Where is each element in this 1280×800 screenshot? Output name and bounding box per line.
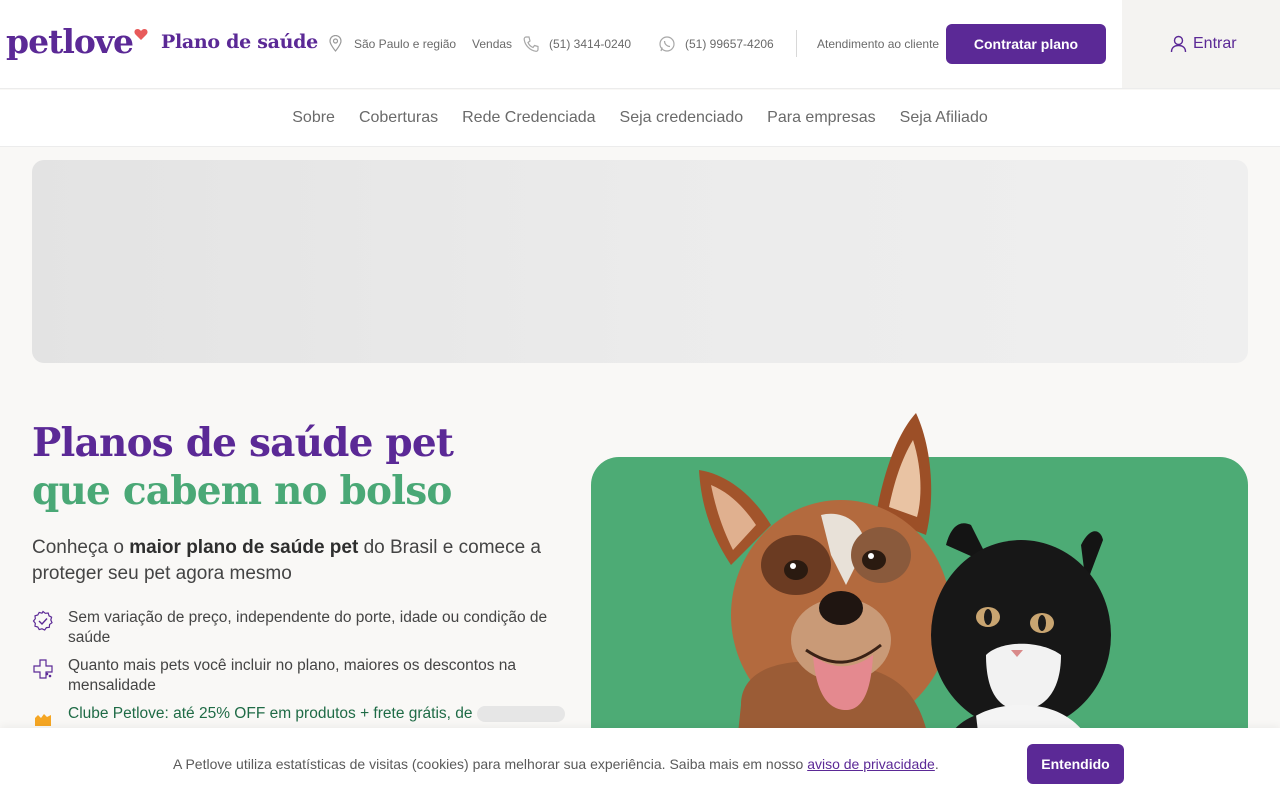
petlove-logo[interactable]: petlove bbox=[6, 22, 148, 62]
site-header: petlove Plano de saúde São Paulo e regiã… bbox=[0, 0, 1280, 89]
feature-item: Quanto mais pets você incluir no plano, … bbox=[32, 656, 572, 696]
product-title: Plano de saúde bbox=[161, 31, 318, 53]
feature-item: Sem variação de preço, independente do p… bbox=[32, 608, 572, 648]
whatsapp-phone-link[interactable]: (51) 99657-4206 bbox=[685, 37, 774, 51]
cookie-text: A Petlove utiliza estatísticas de visita… bbox=[173, 756, 804, 772]
blurred-text bbox=[476, 705, 565, 722]
main-nav: Sobre Coberturas Rede Credenciada Seja c… bbox=[0, 90, 1280, 147]
whatsapp-icon bbox=[659, 36, 675, 52]
logo-wordmark: petlove bbox=[6, 22, 134, 61]
nav-item-seja-afiliado[interactable]: Seja Afiliado bbox=[900, 109, 988, 127]
location-selector[interactable]: São Paulo e região bbox=[354, 37, 456, 51]
hero-subtitle-pre: Conheça o bbox=[32, 537, 130, 558]
sales-label: Vendas bbox=[472, 37, 513, 51]
hero-title: Planos de saúde pet bbox=[32, 420, 454, 466]
login-link[interactable]: Entrar bbox=[1193, 35, 1237, 53]
nav-item-para-empresas[interactable]: Para empresas bbox=[767, 109, 876, 127]
banner-placeholder bbox=[32, 160, 1248, 363]
feature-text: Clube Petlove: até 25% OFF em produtos +… bbox=[68, 704, 565, 728]
location-pin-icon bbox=[329, 35, 342, 52]
accept-cookies-button[interactable]: Entendido bbox=[1027, 744, 1124, 784]
club-icon bbox=[35, 714, 51, 726]
feature-item: Clube Petlove: até 25% OFF em produtos +… bbox=[32, 704, 572, 728]
phone-icon bbox=[523, 36, 539, 52]
nav-item-coberturas[interactable]: Coberturas bbox=[359, 109, 438, 127]
cookie-banner: A Petlove utiliza estatísticas de visita… bbox=[0, 728, 1280, 800]
heart-icon bbox=[134, 29, 148, 40]
badge-check-icon bbox=[32, 610, 53, 631]
paw-plus-icon bbox=[33, 659, 53, 679]
nav-item-sobre[interactable]: Sobre bbox=[292, 109, 335, 127]
nav-item-rede-credenciada[interactable]: Rede Credenciada bbox=[462, 109, 595, 127]
hero-subtitle: Conheça o maior plano de saúde pet do Br… bbox=[32, 535, 572, 587]
privacy-notice-link[interactable]: aviso de privacidade bbox=[807, 756, 935, 772]
nav-item-seja-credenciado[interactable]: Seja credenciado bbox=[620, 109, 744, 127]
cookie-message: A Petlove utiliza estatísticas de visita… bbox=[173, 756, 939, 772]
cookie-suffix: . bbox=[934, 756, 939, 772]
contratar-plano-button[interactable]: Contratar plano bbox=[946, 24, 1106, 64]
hero-title-highlight: que cabem no bolso bbox=[32, 468, 452, 514]
feature-text: Quanto mais pets você incluir no plano, … bbox=[68, 657, 517, 694]
header-divider bbox=[796, 30, 797, 57]
feature-text: Sem variação de preço, independente do p… bbox=[68, 609, 548, 646]
hero-subtitle-bold: maior plano de saúde pet bbox=[129, 537, 359, 558]
sales-phone-link[interactable]: (51) 3414-0240 bbox=[549, 37, 631, 51]
customer-service-link[interactable]: Atendimento ao cliente bbox=[817, 37, 939, 51]
user-icon bbox=[1170, 35, 1187, 53]
feature-text-club: Clube Petlove: até 25% OFF em produtos +… bbox=[68, 705, 473, 722]
